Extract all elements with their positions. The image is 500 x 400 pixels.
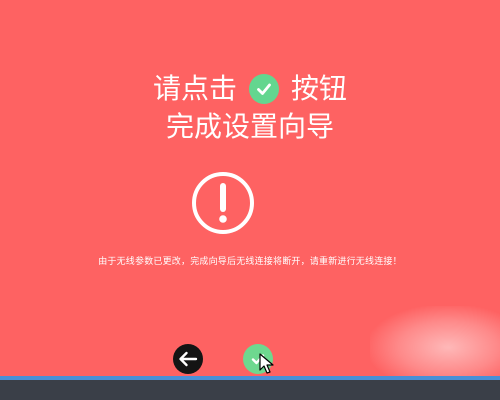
instruction-prefix: 请点击 [152,72,237,105]
wizard-finish-page: 请点击 按钮 完成设置向导 由于无线参数已更改，完成向导后无线连接将断开，请重新… [0,0,500,400]
instruction-suffix: 按钮 [291,72,348,105]
instruction-text: 请点击 按钮 完成设置向导 [0,70,500,146]
instruction-line-2: 完成设置向导 [165,110,334,143]
back-button[interactable] [173,344,203,374]
watermark-glow [370,306,500,381]
reconnect-notice: 由于无线参数已更改，完成向导后无线连接将断开，请重新进行无线连接！ [98,257,402,267]
taskbar-accent-strip [0,376,500,380]
taskbar [0,376,500,400]
exclamation-circle-icon [192,172,254,234]
check-circle-icon [249,74,279,104]
instruction-line-1: 请点击 按钮 [0,70,500,108]
check-icon [251,354,265,365]
arrow-left-icon [179,351,198,367]
finish-button[interactable] [243,344,273,374]
